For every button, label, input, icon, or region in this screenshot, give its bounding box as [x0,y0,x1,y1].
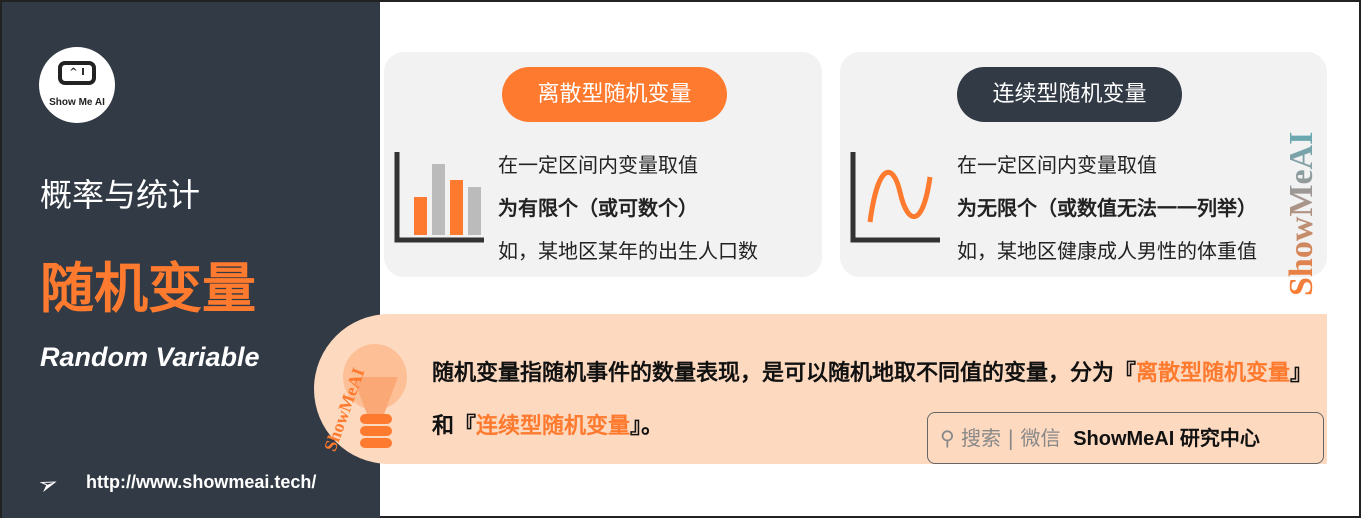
summary-highlight: 连续型随机变量 [476,414,631,439]
card-line: 在一定区间内变量取值 [498,153,698,177]
search-icon: ⚲ [940,426,955,450]
card-line: 在一定区间内变量取值 [957,153,1157,177]
page-title: 随机变量 [40,257,256,320]
page-title-en: Random Variable [40,342,260,372]
search-box[interactable]: ⚲ 搜索 | 微信 ShowMeAI 研究中心 [927,412,1324,464]
discrete-pill: 离散型随机变量 [502,67,727,122]
summary-part: 随机变量指随机事件的数量表现，是可以随机地取不同值的变量，分为『 [432,361,1137,386]
showmeai-logo: ^ I Show Me AI [39,47,115,123]
category-label: 概率与统计 [40,176,201,214]
logo-screen: ^ I [58,61,96,85]
summary-part: 』。 [630,414,664,439]
showmeai-watermark: ShowMeAI [1283,56,1321,296]
website-link[interactable]: http://www.showmeai.tech/ [86,472,316,493]
card-line: 为有限个（或可数个） [498,196,698,220]
discrete-card: 离散型随机变量 在一定区间内变量取值 为有限个（或可数个） 如，某地区某年的出生… [384,52,822,277]
continuous-pill: 连续型随机变量 [957,67,1182,122]
logo-text: Show Me AI [49,97,105,108]
search-brand: ShowMeAI 研究中心 [1073,428,1260,450]
summary-highlight: 离散型随机变量 [1136,361,1291,386]
continuous-card: 连续型随机变量 在一定区间内变量取值 为无限个（或数值无法一一列举） 如，某地区… [840,52,1327,277]
cursor-icon: ➢ [33,467,63,501]
search-label: 搜索 | 微信 [961,426,1061,450]
card-line: 如，某地区健康成人男性的体重值 [957,239,1257,263]
wave-curve-icon [850,152,940,243]
bar-chart-icon [394,152,484,243]
card-line: 为无限个（或数值无法一一列举） [957,196,1257,220]
card-line: 如，某地区某年的出生人口数 [498,239,758,263]
